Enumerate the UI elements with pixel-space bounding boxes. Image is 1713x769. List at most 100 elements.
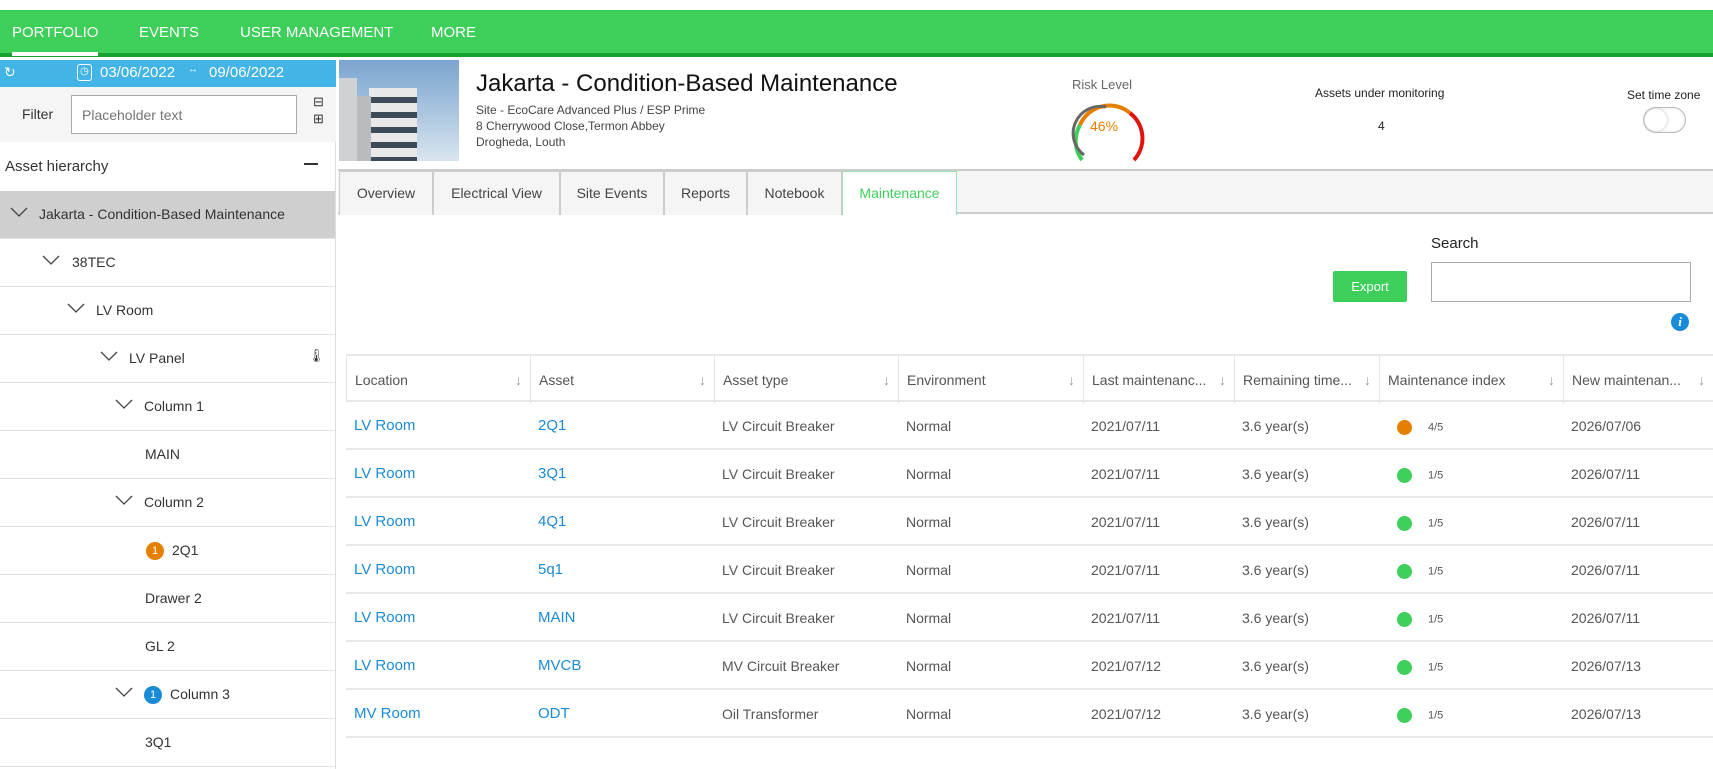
next-cell: 2026/07/11 [1571, 562, 1641, 578]
column-title: Last maintenanc... [1092, 372, 1207, 388]
last-cell: 2021/07/11 [1091, 610, 1161, 626]
tree-item[interactable]: 3Q1 [0, 719, 335, 767]
maintenance-index: 1/5 [1428, 613, 1444, 626]
tree-item[interactable]: Column 1 [0, 383, 335, 431]
asset-cell[interactable]: 4Q1 [530, 498, 566, 546]
location-cell[interactable]: MV Room [346, 690, 421, 738]
type-cell: LV Circuit Breaker [722, 418, 835, 434]
refresh-icon[interactable]: ↻ [4, 64, 16, 81]
info-icon[interactable]: i [1671, 313, 1689, 331]
filter-input[interactable] [71, 95, 297, 134]
remaining-cell: 3.6 year(s) [1242, 514, 1309, 530]
column-header[interactable]: Remaining time... ↓ [1235, 356, 1380, 404]
tab-electrical-view[interactable]: Electrical View [433, 171, 560, 215]
column-title: Asset type [723, 372, 789, 388]
table-row[interactable]: LV Room 5q1 LV Circuit Breaker Normal 2021/0… [346, 546, 1713, 594]
tree-item[interactable]: Jakarta - Condition-Based Maintenance [0, 191, 335, 239]
risk-value: 46% [1090, 118, 1119, 134]
chevron-down-icon[interactable] [10, 205, 28, 219]
nav-user-management[interactable]: USER MANAGEMENT [240, 24, 393, 41]
asset-cell[interactable]: 2Q1 [530, 402, 566, 450]
location-cell[interactable]: LV Room [346, 498, 415, 546]
nav-portfolio[interactable]: PORTFOLIO [12, 24, 99, 56]
tree-item[interactable]: GL 2 [0, 623, 335, 671]
asset-cell[interactable]: 5q1 [530, 546, 563, 594]
column-header[interactable]: New maintenan... ↓ [1564, 356, 1713, 404]
location-cell[interactable]: LV Room [346, 450, 415, 498]
location-cell[interactable]: LV Room [346, 546, 415, 594]
collapse-all-icon[interactable]: ⊟ [313, 94, 324, 110]
status-dot-icon [1397, 467, 1412, 483]
tree-item-label: GL 2 [145, 638, 175, 654]
column-header[interactable]: Asset type ↓ [715, 356, 899, 404]
nav-events[interactable]: EVENTS [139, 24, 199, 41]
nav-more[interactable]: MORE [431, 24, 476, 41]
tree-item[interactable]: LV Room [0, 287, 335, 335]
sort-arrow-icon[interactable]: ↓ [699, 356, 706, 404]
tab-notebook[interactable]: Notebook [747, 171, 842, 215]
tree-item[interactable]: Column 2 [0, 479, 335, 527]
date-range-bar[interactable]: ↻ ◷ 03/06/2022 ↔ 09/06/2022 [0, 60, 336, 87]
tab-overview[interactable]: Overview [339, 171, 433, 215]
tree-item[interactable]: 1 Column 3 [0, 671, 335, 719]
sort-arrow-icon[interactable]: ↓ [515, 356, 522, 404]
table-row[interactable]: LV Room 3Q1 LV Circuit Breaker Normal 2021/0… [346, 450, 1713, 498]
chevron-down-icon[interactable] [67, 301, 85, 315]
export-button[interactable]: Export [1333, 271, 1407, 302]
tab-maintenance[interactable]: Maintenance [842, 171, 957, 215]
table-row[interactable]: LV Room 4Q1 LV Circuit Breaker Normal 2021/0… [346, 498, 1713, 546]
timezone-toggle[interactable] [1643, 107, 1686, 133]
column-header[interactable]: Maintenance index ↓ [1380, 356, 1564, 404]
sort-arrow-icon[interactable]: ↓ [1698, 356, 1705, 404]
sort-arrow-icon[interactable]: ↓ [1068, 356, 1075, 404]
sort-arrow-icon[interactable]: ↓ [1548, 356, 1555, 404]
minus-icon[interactable] [304, 163, 318, 165]
tab-reports[interactable]: Reports [664, 171, 747, 215]
last-cell: 2021/07/11 [1091, 466, 1161, 482]
column-header[interactable]: Last maintenanc... ↓ [1084, 356, 1235, 404]
asset-cell[interactable]: MAIN [530, 594, 576, 642]
start-date[interactable]: 03/06/2022 [100, 64, 175, 81]
maintenance-index-cell: 1/5 [1379, 546, 1443, 594]
maintenance-index: 1/5 [1428, 517, 1444, 530]
sort-arrow-icon[interactable]: ↓ [883, 356, 890, 404]
tree-item-label: Column 3 [170, 686, 230, 702]
chevron-down-icon[interactable] [115, 685, 133, 699]
chevron-down-icon[interactable] [115, 397, 133, 411]
column-header[interactable]: Environment ↓ [899, 356, 1084, 404]
tree-item[interactable]: MAIN [0, 431, 335, 479]
site-address-line1: 8 Cherrywood Close,Termon Abbey [476, 119, 665, 133]
env-cell: Normal [906, 562, 952, 578]
asset-cell[interactable]: MVCB [530, 642, 581, 690]
asset-cell[interactable]: 3Q1 [530, 450, 566, 498]
maintenance-index: 1/5 [1428, 661, 1444, 674]
column-header[interactable]: Location ↓ [347, 356, 531, 404]
status-dot-icon [1397, 659, 1412, 675]
expand-all-icon[interactable]: ⊞ [313, 111, 324, 127]
sort-arrow-icon[interactable]: ↓ [1219, 356, 1226, 404]
type-cell: LV Circuit Breaker [722, 466, 835, 482]
tree-item[interactable]: 38TEC [0, 239, 335, 287]
table-row[interactable]: LV Room MVCB MV Circuit Breaker Normal 2021/… [346, 642, 1713, 690]
table-row[interactable]: MV Room ODT Oil Transformer Normal 2021/07/1… [346, 690, 1713, 738]
chevron-down-icon[interactable] [115, 493, 133, 507]
table-row[interactable]: LV Room 2Q1 LV Circuit Breaker Normal 2021/0… [346, 402, 1713, 450]
end-date[interactable]: 09/06/2022 [209, 64, 284, 81]
table-row[interactable]: LV Room MAIN LV Circuit Breaker Normal 2021/… [346, 594, 1713, 642]
location-cell[interactable]: LV Room [346, 642, 415, 690]
sort-arrow-icon[interactable]: ↓ [1364, 356, 1371, 404]
asset-cell[interactable]: ODT [530, 690, 570, 738]
tree-item[interactable]: LV Panel 🌡 [0, 335, 335, 383]
chevron-down-icon[interactable] [100, 349, 118, 363]
filter-bar: Filter ⊟ ⊞ [0, 87, 336, 142]
location-cell[interactable]: LV Room [346, 594, 415, 642]
tree-item[interactable]: 1 2Q1 [0, 527, 335, 575]
tree-item[interactable]: Drawer 2 [0, 575, 335, 623]
search-input[interactable] [1431, 262, 1691, 302]
tab-site-events[interactable]: Site Events [560, 171, 664, 215]
status-dot-icon [1397, 563, 1412, 579]
chevron-down-icon[interactable] [42, 253, 60, 267]
remaining-cell: 3.6 year(s) [1242, 562, 1309, 578]
column-header[interactable]: Asset ↓ [531, 356, 715, 404]
location-cell[interactable]: LV Room [346, 402, 415, 450]
